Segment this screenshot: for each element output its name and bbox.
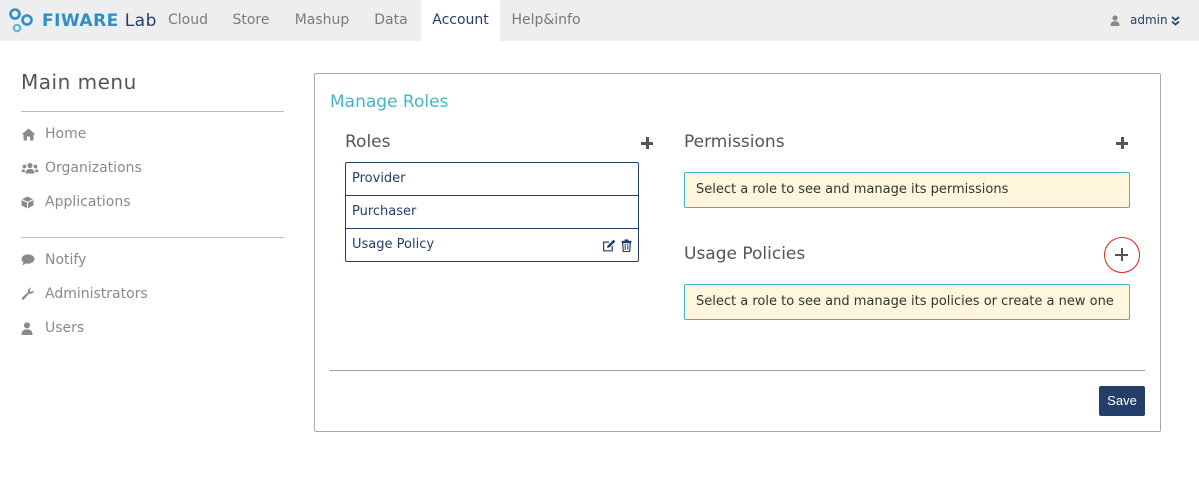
home-icon: [21, 127, 39, 141]
role-item-purchaser[interactable]: Purchaser: [346, 195, 638, 228]
sidebar-title: Main menu: [21, 70, 137, 94]
nav-store[interactable]: Store: [224, 0, 278, 41]
sidebar-item-users[interactable]: Users: [21, 318, 84, 338]
sidebar-divider: [21, 111, 284, 112]
save-button[interactable]: Save: [1099, 386, 1145, 416]
wrench-icon: [21, 287, 39, 301]
user-name: admin: [1130, 13, 1168, 27]
role-item-provider[interactable]: Provider: [346, 163, 638, 196]
roles-heading: Roles: [345, 132, 391, 152]
brand-name-part2: Lab: [124, 10, 157, 31]
brand-name-part1: FIWARE: [42, 10, 119, 31]
sidebar-item-home[interactable]: Home: [21, 124, 86, 144]
brand-logo[interactable]: FIWARE Lab: [8, 6, 157, 36]
sidebar-item-organizations[interactable]: Organizations: [21, 158, 142, 178]
permissions-info-message: Select a role to see and manage its perm…: [684, 172, 1130, 208]
user-menu[interactable]: admin: [1110, 0, 1180, 41]
sidebar-item-label: Notify: [45, 252, 87, 268]
sidebar-item-label: Users: [45, 320, 85, 336]
nav-account[interactable]: Account: [421, 0, 500, 41]
nav-data[interactable]: Data: [364, 0, 418, 41]
sidebar-item-label: Applications: [45, 194, 131, 210]
role-actions: [602, 229, 632, 261]
sidebar-divider: [21, 237, 284, 238]
comment-icon: [21, 253, 39, 267]
sidebar-item-label: Home: [45, 126, 87, 142]
chevron-down-double-icon: [1171, 15, 1180, 26]
trash-icon[interactable]: [621, 238, 632, 252]
brand-name: FIWARE Lab: [42, 10, 157, 31]
user-icon: [1110, 15, 1120, 26]
user-icon: [21, 321, 39, 335]
role-item-label: Usage Policy: [352, 237, 435, 252]
role-item-usage-policy[interactable]: Usage Policy: [346, 228, 638, 261]
nav-mashup[interactable]: Mashup: [286, 0, 358, 41]
usage-policies-heading: Usage Policies: [684, 244, 806, 264]
nav-cloud[interactable]: Cloud: [160, 0, 216, 41]
add-role-button[interactable]: [639, 135, 655, 151]
sidebar-item-label: Administrators: [45, 286, 148, 302]
manage-roles-panel: Manage Roles Roles Provider Purchaser Us…: [314, 73, 1161, 432]
users-icon: [21, 161, 39, 175]
panel-divider: [330, 370, 1145, 371]
sidebar-item-label: Organizations: [45, 160, 142, 176]
sidebar-item-administrators[interactable]: Administrators: [21, 284, 148, 304]
top-navbar: FIWARE Lab Cloud Store Mashup Data Accou…: [0, 0, 1199, 41]
edit-icon[interactable]: [602, 239, 616, 252]
usage-policies-info-message: Select a role to see and manage its poli…: [684, 284, 1130, 320]
nav-helpinfo[interactable]: Help&info: [506, 0, 586, 41]
permissions-heading: Permissions: [684, 132, 785, 152]
sidebar-item-notify[interactable]: Notify: [21, 250, 86, 270]
roles-list: Provider Purchaser Usage Policy: [345, 162, 639, 262]
fiware-logo-icon: [8, 6, 38, 36]
add-usage-policy-button[interactable]: [1104, 237, 1140, 273]
add-permission-button[interactable]: [1114, 135, 1130, 151]
page-title: Manage Roles: [330, 92, 449, 112]
sidebar-item-applications[interactable]: Applications: [21, 192, 131, 212]
cube-icon: [21, 195, 39, 209]
